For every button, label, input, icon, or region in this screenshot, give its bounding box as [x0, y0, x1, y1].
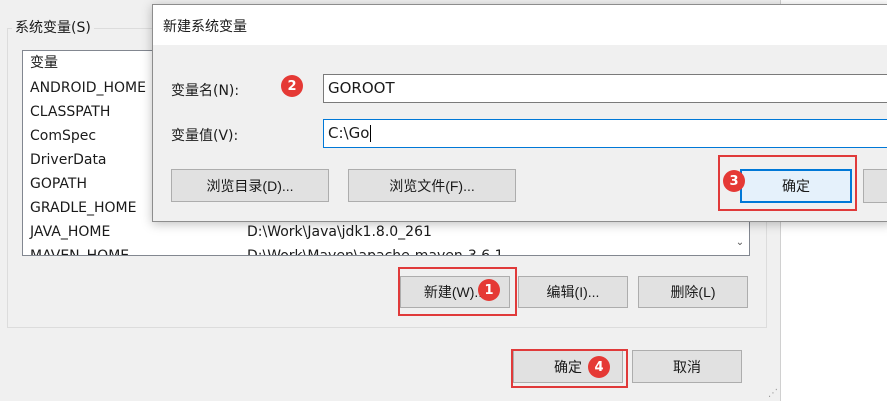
variable-name-cell: CLASSPATH: [30, 104, 111, 120]
variable-name-cell: MAVEN_HOME: [30, 248, 130, 256]
variable-name-cell: JAVA_HOME: [30, 224, 111, 240]
variable-name-cell: GRADLE_HOME: [30, 200, 137, 216]
annotation-badge-2: 2: [281, 75, 303, 97]
annotation-badge-4: 4: [588, 356, 610, 378]
variable-name-value: GOROOT: [328, 79, 395, 97]
variable-value-label: 变量值(V):: [171, 128, 239, 144]
scroll-down-arrow[interactable]: ⌄: [731, 235, 749, 253]
env-cancel-button[interactable]: 取消: [632, 350, 742, 383]
table-row[interactable]: MAVEN_HOME D:\Work\Maven\apache-maven-3.6…: [23, 244, 749, 256]
browse-file-button[interactable]: 浏览文件(F)...: [348, 169, 516, 202]
system-variables-group-label: 系统变量(S): [12, 18, 94, 38]
table-row[interactable]: JAVA_HOME D:\Work\Java\jdk1.8.0_261: [23, 220, 749, 244]
variable-name-cell: GOPATH: [30, 176, 87, 192]
variable-value-cell: D:\Work\Java\jdk1.8.0_261: [247, 224, 432, 240]
annotation-badge-1: 1: [478, 279, 500, 301]
variable-value-text: C:\Go: [328, 124, 370, 142]
new-system-variable-dialog: 新建系统变量 变量名(N): 2 GOROOT 变量值(V): C:\Go 浏览…: [152, 4, 887, 222]
variable-name-label: 变量名(N):: [171, 83, 240, 99]
dialog-cancel-button-partial[interactable]: [863, 169, 887, 203]
variable-name-cell: ComSpec: [30, 128, 97, 144]
variable-name-cell: DriverData: [30, 152, 107, 168]
edit-variable-button[interactable]: 编辑(I)...: [518, 276, 628, 308]
variable-name-input[interactable]: GOROOT: [323, 74, 887, 103]
resize-grip-icon[interactable]: ⋰: [768, 388, 778, 399]
annotation-badge-3: 3: [723, 170, 745, 192]
dialog-titlebar[interactable]: 新建系统变量: [153, 5, 887, 45]
browse-directory-button[interactable]: 浏览目录(D)...: [171, 169, 329, 202]
text-caret: [370, 125, 372, 142]
delete-variable-button[interactable]: 删除(L): [638, 276, 748, 308]
variable-value-cell: D:\Work\Maven\apache-maven-3.6.1: [247, 248, 504, 256]
dialog-title: 新建系统变量: [163, 19, 247, 35]
variable-name-cell: ANDROID_HOME: [30, 80, 146, 96]
variable-value-input[interactable]: C:\Go: [323, 119, 887, 148]
annotation-box-4: [511, 349, 628, 388]
